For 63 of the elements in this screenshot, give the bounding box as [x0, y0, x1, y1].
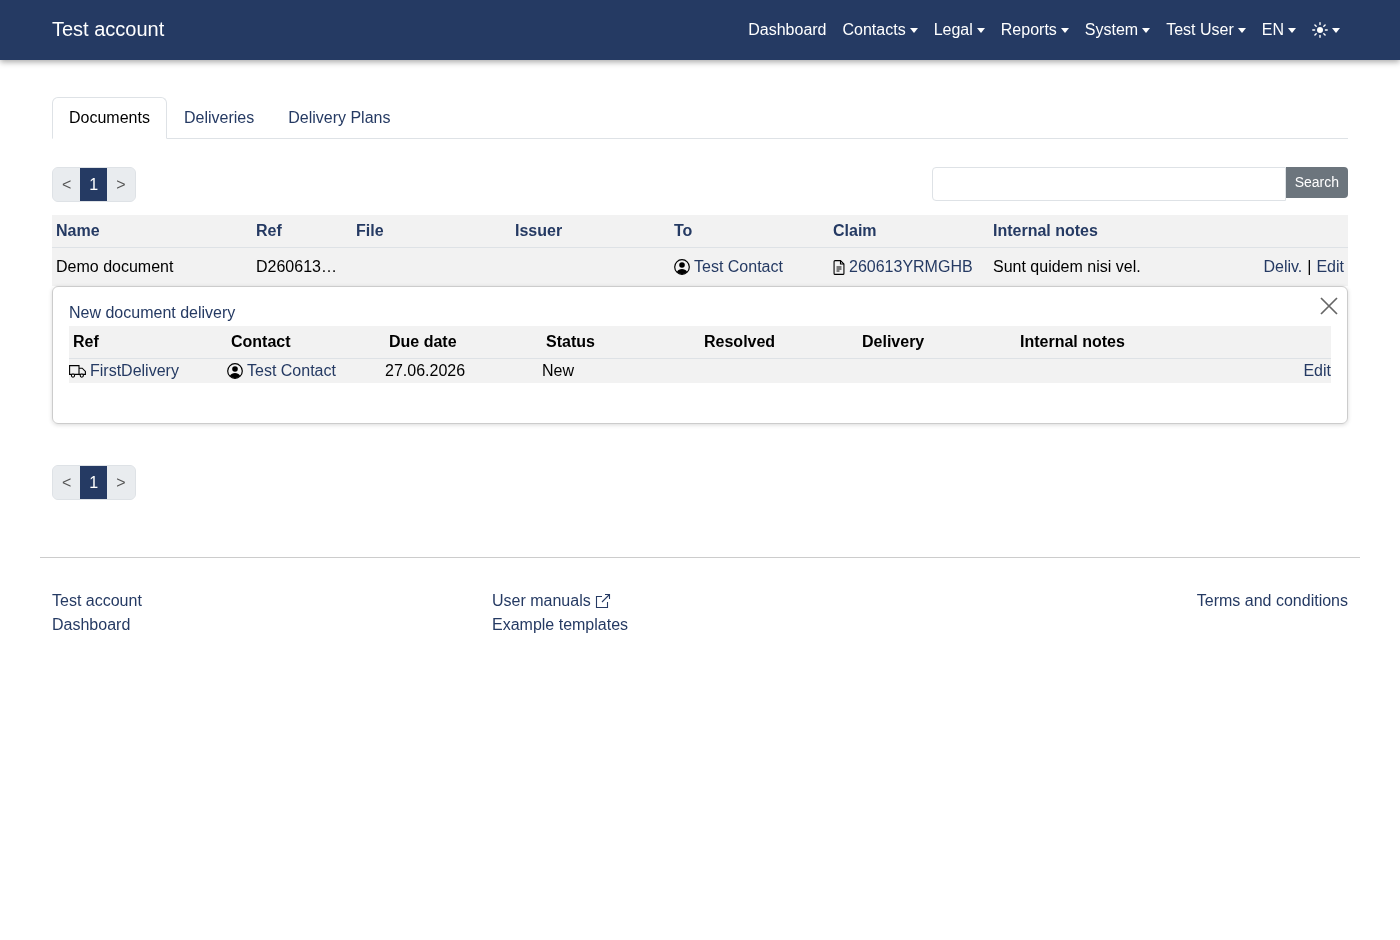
column-header: Internal notes	[992, 221, 1099, 241]
link-separator: |	[1307, 257, 1312, 277]
caret-icon	[1237, 27, 1246, 33]
column-header: File	[355, 221, 385, 241]
column-header: Resolved	[703, 332, 777, 352]
nav-link[interactable]: Contacts	[834, 10, 926, 50]
nav-link[interactable]: System	[1076, 10, 1159, 50]
action-link[interactable]: Edit	[1303, 359, 1331, 383]
column-header: Contact	[230, 332, 292, 352]
table-cell-text: New	[542, 361, 575, 381]
document-icon	[833, 259, 845, 275]
caret-icon	[1142, 27, 1151, 33]
page-button[interactable]: 1	[80, 466, 108, 499]
close-icon	[1320, 297, 1338, 315]
column-header: Name	[55, 221, 101, 241]
action-link[interactable]: Deliv.	[1263, 255, 1303, 279]
caret-icon	[1060, 27, 1069, 33]
column-header: Internal notes	[1019, 332, 1126, 352]
column-header: Due date	[388, 332, 458, 352]
search-field[interactable]	[931, 167, 1286, 201]
tab[interactable]: Documents	[52, 97, 167, 139]
table-cell-text: Demo document	[55, 257, 175, 277]
person-icon	[227, 363, 243, 379]
brand-link[interactable]: Test account	[52, 14, 165, 44]
delivery-link[interactable]: FirstDelivery	[90, 359, 179, 383]
tab[interactable]: Delivery Plans	[271, 97, 408, 139]
table-cell-text: D260613…	[255, 257, 338, 277]
person-icon	[674, 259, 690, 275]
page-button[interactable]: 1	[80, 168, 108, 201]
footer-link[interactable]: Test account	[52, 589, 142, 613]
column-header: Ref	[255, 221, 283, 241]
nav-link[interactable]: Dashboard	[740, 10, 835, 50]
column-header: To	[673, 221, 694, 241]
caret-icon	[1288, 27, 1296, 33]
sun-icon	[1312, 22, 1328, 38]
close-button[interactable]	[1320, 297, 1338, 315]
footer-link[interactable]: Terms and conditions	[1196, 589, 1348, 613]
footer-link[interactable]: Example templates	[492, 613, 629, 637]
column-header: Status	[545, 332, 596, 352]
caret-icon	[1332, 27, 1340, 33]
column-header: Delivery	[861, 332, 926, 352]
tab[interactable]: Deliveries	[166, 97, 272, 139]
nav-link[interactable]: Legal	[925, 10, 993, 50]
column-header: Claim	[832, 221, 878, 241]
truck-icon	[69, 364, 86, 378]
contact-link[interactable]: Test Contact	[247, 359, 336, 383]
column-header: Issuer	[514, 221, 564, 241]
contact-link[interactable]: Test Contact	[694, 255, 783, 279]
action-link[interactable]: Edit	[1316, 255, 1344, 279]
nav-link[interactable]: Test User	[1158, 10, 1254, 50]
caret-icon	[909, 27, 918, 33]
nav-link[interactable]: Reports	[992, 10, 1077, 50]
claim-link[interactable]: 260613YRMGHB	[849, 255, 973, 279]
panel-title: New document delivery	[69, 303, 236, 323]
table-cell-text: 27.06.2026	[385, 361, 467, 381]
external-link-icon	[594, 593, 611, 609]
nav-link[interactable]: EN	[1253, 10, 1304, 50]
footer-link[interactable]: User manuals	[492, 589, 611, 613]
column-header: Ref	[72, 332, 100, 352]
search-button[interactable]: Search	[1285, 167, 1348, 198]
caret-icon	[976, 27, 985, 33]
table-cell-text: Sunt quidem nisi vel.	[992, 257, 1142, 277]
footer-link[interactable]: Dashboard	[52, 613, 131, 637]
